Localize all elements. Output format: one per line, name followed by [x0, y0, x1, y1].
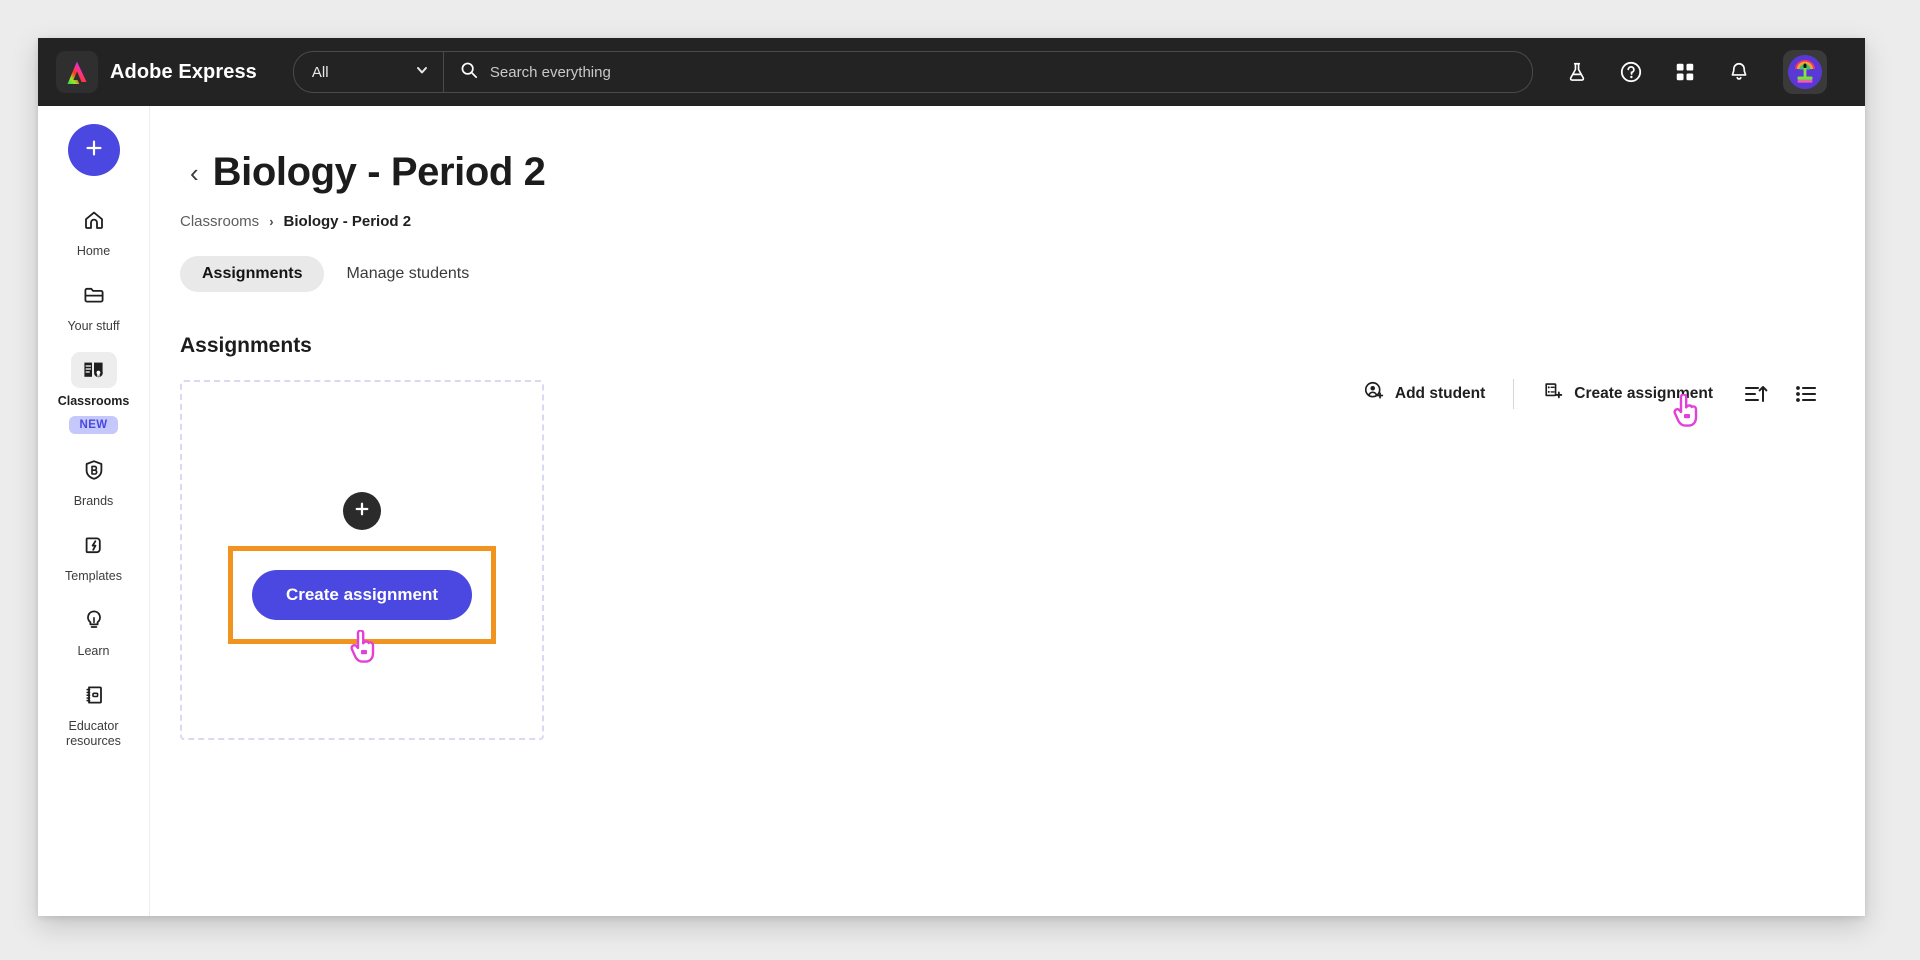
- avatar[interactable]: [1782, 50, 1827, 94]
- top-bar: Adobe Express All Search everything: [38, 38, 1865, 106]
- breadcrumb-root[interactable]: Classrooms: [180, 213, 259, 230]
- sidebar-item-label: Educator resources: [66, 719, 121, 748]
- adobe-express-logo-icon[interactable]: [56, 51, 98, 93]
- sidebar-create-button[interactable]: [67, 124, 120, 176]
- templates-icon: [71, 527, 117, 563]
- assignment-dropzone[interactable]: Create assignment: [180, 380, 544, 740]
- sidebar-item-learn[interactable]: Learn: [38, 602, 149, 659]
- folder-icon: [71, 277, 117, 313]
- sort-ascending-icon[interactable]: [1739, 377, 1773, 411]
- avatar-image: [1787, 55, 1822, 89]
- sidebar-item-templates[interactable]: Templates: [38, 527, 149, 584]
- search-scope-select[interactable]: All: [294, 52, 444, 92]
- sidebar-item-label: Learn: [77, 644, 110, 658]
- create-assignment-toolbar-button[interactable]: Create assignment: [1532, 374, 1723, 413]
- sidebar-item-educator-resources[interactable]: Educator resources: [38, 677, 149, 749]
- search-scope-value: All: [311, 63, 329, 81]
- notebook-icon: [71, 677, 117, 713]
- bell-icon[interactable]: [1725, 58, 1753, 86]
- sidebar: Home Your stuff Classrooms NEW Brands Te…: [38, 106, 150, 916]
- lightbulb-icon: [71, 602, 117, 638]
- page-title: Biology - Period 2: [212, 150, 546, 194]
- add-person-icon: [1363, 380, 1385, 407]
- brand-shield-icon: [71, 452, 117, 488]
- plus-icon: [83, 137, 105, 164]
- tab-bar: Assignments Manage students: [180, 256, 1865, 292]
- sidebar-item-label: Templates: [65, 569, 122, 583]
- topbar-actions: [1563, 50, 1827, 94]
- sidebar-item-label: Your stuff: [67, 319, 120, 333]
- tab-manage-students[interactable]: Manage students: [324, 256, 491, 292]
- add-student-button[interactable]: Add student: [1353, 374, 1495, 413]
- search-icon: [460, 61, 478, 84]
- chevron-down-icon: [415, 63, 429, 82]
- highlight-annotation: Create assignment: [228, 546, 496, 644]
- app-window: Adobe Express All Search everything Home…: [38, 38, 1865, 916]
- beaker-icon[interactable]: [1563, 58, 1591, 86]
- breadcrumb: Classrooms › Biology - Period 2: [180, 213, 1865, 230]
- list-view-icon[interactable]: [1789, 377, 1823, 411]
- sidebar-new-badge: NEW: [69, 416, 118, 434]
- sidebar-item-label: Home: [76, 244, 111, 258]
- tab-assignments[interactable]: Assignments: [180, 256, 325, 292]
- create-assignment-button[interactable]: Create assignment: [251, 570, 473, 620]
- breadcrumb-separator: ›: [269, 214, 274, 229]
- document-plus-icon: [1542, 380, 1564, 407]
- sidebar-item-label: Brands: [73, 494, 114, 508]
- sidebar-item-home[interactable]: Home: [38, 202, 149, 259]
- sidebar-item-your-stuff[interactable]: Your stuff: [38, 277, 149, 334]
- sidebar-item-classrooms[interactable]: Classrooms NEW: [38, 352, 149, 434]
- apps-grid-icon[interactable]: [1671, 58, 1699, 86]
- chevron-left-icon[interactable]: ‹: [190, 160, 199, 186]
- classroom-icon: [70, 352, 117, 388]
- search-placeholder-text: Search everything: [489, 63, 611, 81]
- breadcrumb-current: Biology - Period 2: [283, 213, 412, 230]
- main-content: ‹ Biology - Period 2 Classrooms › Biolog…: [150, 106, 1865, 916]
- sidebar-item-label: Classrooms: [57, 394, 130, 408]
- search-bar[interactable]: All Search everything: [292, 51, 1533, 93]
- section-title: Assignments: [180, 334, 312, 357]
- help-icon[interactable]: [1617, 58, 1645, 86]
- toolbar-divider: [1513, 378, 1515, 409]
- brand-name: Adobe Express: [110, 60, 257, 83]
- page-header: ‹ Biology - Period 2: [190, 150, 1865, 195]
- sidebar-item-brands[interactable]: Brands: [38, 452, 149, 509]
- content-toolbar: Add student Create assignment: [1353, 374, 1823, 413]
- brand-block[interactable]: Adobe Express: [56, 51, 257, 93]
- plus-icon: [353, 500, 371, 523]
- add-student-label: Add student: [1394, 384, 1486, 402]
- search-input[interactable]: Search everything: [444, 52, 1532, 92]
- create-assignment-toolbar-label: Create assignment: [1574, 384, 1713, 402]
- dropzone-plus-button[interactable]: [343, 492, 381, 530]
- home-icon: [71, 202, 117, 238]
